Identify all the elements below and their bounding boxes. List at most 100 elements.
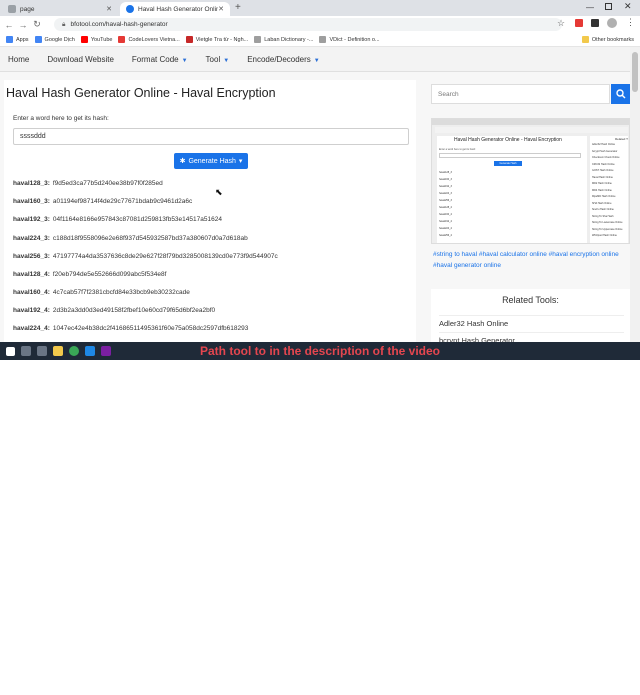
- thumb-related-item: MD2 Hash Online: [592, 182, 612, 185]
- thumb-nav: [435, 127, 628, 133]
- file-explorer-icon[interactable]: [53, 346, 63, 356]
- thumb-input: [439, 153, 581, 158]
- extension-icon[interactable]: [575, 19, 583, 27]
- cursor-icon: ⬉: [215, 187, 223, 197]
- tab-title: Haval Hash Generator Online - H: [138, 5, 219, 13]
- thumb-related-item: MD4 Hash Online: [592, 188, 612, 192]
- vietgle-icon: [185, 36, 193, 43]
- related-tools-title: Related Tools:: [502, 295, 559, 305]
- hash-row: haval192_3: 04f1164e8166e957843c87081d259…: [13, 216, 222, 223]
- thumb-input-label: Enter a word here to get its hash:: [439, 148, 476, 151]
- bookmark-google-dich[interactable]: Google Dịch: [34, 36, 75, 43]
- avatar[interactable]: [607, 18, 617, 28]
- search-icon: [615, 89, 625, 99]
- bookmark-vietgle[interactable]: Vietgle Tra từ - Ngh...: [185, 36, 248, 43]
- hash-row: haval160_3: a01194ef98714f4de29c77671bdab…: [13, 198, 193, 205]
- caret-down-icon: ▼: [181, 57, 188, 64]
- youtube-icon: [80, 36, 88, 43]
- tab-haval[interactable]: Haval Hash Generator Online - H ✕: [120, 2, 230, 16]
- thumb-result-row: haval160_3: [439, 178, 452, 181]
- nav-home[interactable]: Home: [8, 55, 29, 64]
- site-navigation: Home Download Website Format Code ▼ Tool ▼…: [0, 47, 630, 72]
- maximize-icon[interactable]: [605, 3, 612, 10]
- thumb-title: Haval Hash Generator Online - Haval Encr…: [454, 137, 562, 143]
- bookmark-apps[interactable]: Apps: [6, 36, 29, 43]
- apps-grid-icon: [6, 36, 13, 43]
- related-tools-panel: Related Tools: Adler32 Hash Online bcryp…: [431, 289, 630, 345]
- search-button[interactable]: [611, 84, 630, 104]
- hash-row: haval224_4: 1047ec42e4b38dc2f416865114953…: [13, 325, 249, 332]
- folder-icon: [581, 36, 589, 43]
- thumb-header: [432, 119, 629, 125]
- vdict-icon: [319, 36, 327, 43]
- thumb-related-item: bcrypt Hash Generator: [592, 149, 618, 153]
- thumb-related-item: String To Sha Hash: [592, 214, 614, 218]
- thumb-result-row: haval224_3: [439, 192, 452, 195]
- url-text: bfotool.com/haval-hash-generator: [70, 21, 168, 28]
- scrollbar-thumb[interactable]: [632, 52, 638, 92]
- thumb-result-row: haval160_4: [439, 213, 452, 216]
- tag-list[interactable]: #string to haval #haval calculator onlin…: [433, 249, 629, 271]
- language-indicator[interactable]: ENG: [572, 689, 585, 695]
- thumb-related-item: CRC32 Hash Online: [592, 162, 615, 166]
- back-icon[interactable]: ←: [2, 20, 16, 30]
- thumb-button: Generate Hash: [494, 161, 522, 166]
- forward-icon[interactable]: →: [16, 20, 30, 30]
- search-input[interactable]: Search: [431, 84, 610, 104]
- bookmark-laban[interactable]: Laban Dictionary -...: [254, 36, 313, 43]
- hash-row: haval256_3: 47197774a4da3537636c8de29e627…: [13, 253, 278, 260]
- laban-icon: [254, 36, 262, 43]
- preview-thumbnail: Haval Hash Generator Online - Haval Encr…: [431, 118, 630, 244]
- tab-title: page: [20, 5, 35, 13]
- lock-icon: 🔒︎: [62, 20, 66, 28]
- generate-hash-button[interactable]: ✱ Generate Hash ▾: [174, 153, 248, 169]
- bookmark-vdict[interactable]: VDict - Definition o...: [319, 36, 380, 43]
- thumb-result-row: haval256_3: [439, 199, 452, 202]
- window-close-icon[interactable]: ✕: [624, 1, 632, 12]
- bookmark-star-icon[interactable]: ☆: [557, 18, 565, 29]
- app-icon[interactable]: [101, 346, 111, 356]
- reload-icon[interactable]: ↻: [30, 19, 44, 30]
- bookmark-codelovers[interactable]: CodeLovers Vietna...: [118, 36, 180, 43]
- hash-row: haval192_4: 2d3b2a3dd0d3ed49158f2fbef10e6…: [13, 307, 216, 314]
- app-icon[interactable]: [85, 346, 95, 356]
- thumb-related-item: GOST Hash Online: [592, 169, 614, 172]
- tab-page[interactable]: page ✕: [2, 2, 118, 16]
- extension-icon[interactable]: [591, 19, 599, 27]
- thumb-result-row: haval256_4: [439, 234, 452, 237]
- bookmark-youtube[interactable]: YouTube: [80, 36, 112, 43]
- other-bookmarks[interactable]: Other bookmarks: [581, 36, 634, 43]
- related-tool-link[interactable]: Adler32 Hash Online: [439, 315, 624, 328]
- search-taskbar-icon[interactable]: [21, 346, 31, 356]
- new-tab-button[interactable]: +: [235, 2, 241, 13]
- thumb-related-item: Checksum Check Online: [592, 156, 620, 159]
- close-tab-icon[interactable]: ✕: [218, 5, 224, 13]
- chrome-icon[interactable]: [69, 346, 79, 356]
- thumb-result-row: haval224_4: [439, 227, 452, 230]
- page-title: Haval Hash Generator Online - Haval Encr…: [6, 86, 276, 100]
- thumb-related-item: Haval Hash Online: [592, 175, 613, 179]
- menu-kebab-icon[interactable]: ⋮: [626, 17, 635, 28]
- nav-format-code[interactable]: Format Code ▼: [132, 55, 188, 64]
- windows-taskbar: ENG 12:45 PM: [0, 342, 640, 695]
- hash-icon: ✱: [179, 158, 186, 165]
- hash-input[interactable]: ssssddd: [13, 128, 409, 145]
- clock[interactable]: 12:45 PM: [592, 689, 618, 695]
- address-bar[interactable]: 🔒︎ bfotool.com/haval-hash-generator: [54, 18, 562, 31]
- nav-download-website[interactable]: Download Website: [47, 55, 114, 64]
- google-translate-icon: [34, 36, 42, 43]
- thumb-related-item: String To Uppercase Online: [592, 227, 623, 231]
- task-view-icon[interactable]: [37, 346, 47, 356]
- windows-start-icon[interactable]: [6, 346, 15, 356]
- thumb-result-row: haval192_4: [439, 220, 452, 223]
- thumb-result-row: haval128_4: [439, 206, 452, 209]
- nav-encode-decoders[interactable]: Encode/Decoders ▼: [247, 55, 320, 64]
- browser-toolbar: ← → ↻ 🔒︎ bfotool.com/haval-hash-generato…: [0, 16, 640, 33]
- browser-tab-strip: page ✕ Haval Hash Generator Online - H ✕…: [0, 0, 640, 16]
- thumb-related-item: Whirlpool Hash Online: [592, 234, 617, 237]
- thumb-related-item: RipeMD Hash Online: [592, 195, 616, 198]
- nav-tool[interactable]: Tool ▼: [206, 55, 230, 64]
- minimize-icon[interactable]: —: [586, 3, 594, 12]
- close-tab-icon[interactable]: ✕: [106, 5, 112, 13]
- thumb-related-item: String To Lowercase Online: [592, 221, 623, 224]
